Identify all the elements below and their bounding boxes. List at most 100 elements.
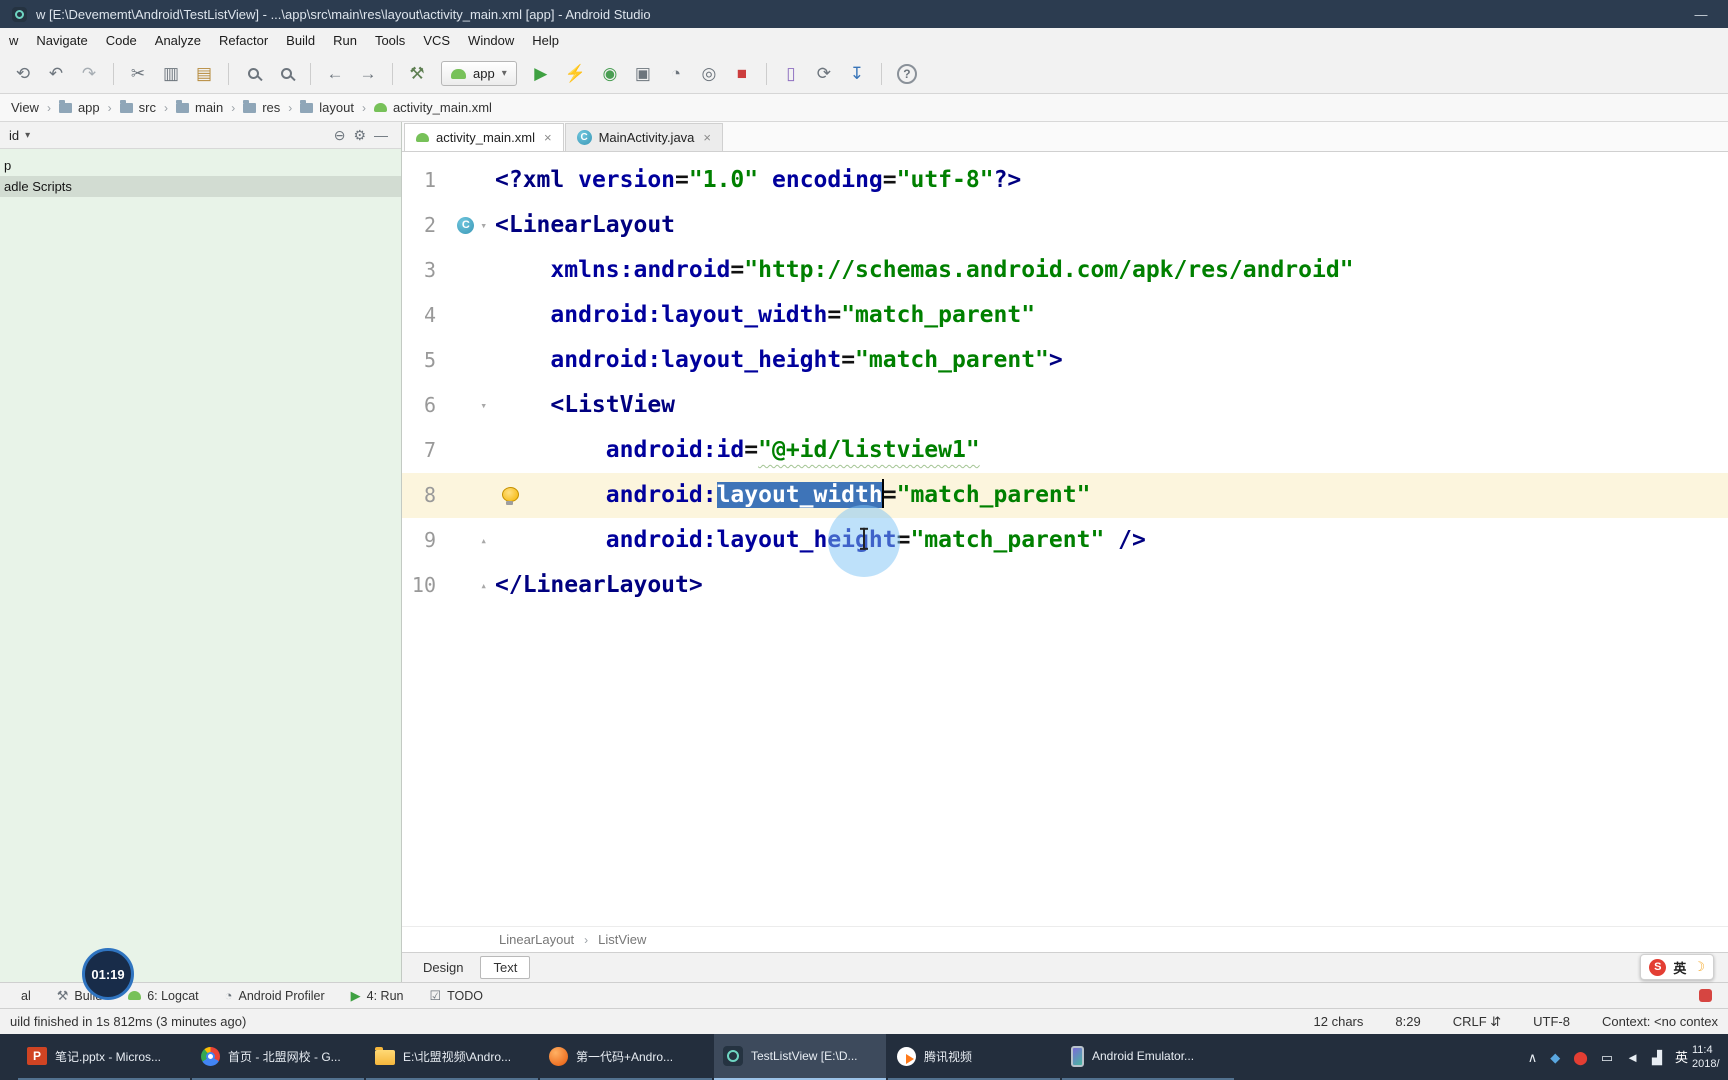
breadcrumb-item-app[interactable]: app (56, 99, 103, 115)
event-log-icon[interactable] (1699, 989, 1712, 1002)
taskbar-app-powerpoint[interactable]: 笔记.pptx - Micros... (18, 1034, 190, 1080)
menu-item-help[interactable]: Help (523, 28, 568, 54)
help-icon[interactable]: ? (896, 63, 917, 84)
sync-icon[interactable]: ⟲ (14, 65, 32, 82)
taskbar-apps: 笔记.pptx - Micros...首页 - 北盟网校 - G...E:\北盟… (18, 1034, 1236, 1080)
network-icon[interactable]: ▟ (1652, 1051, 1662, 1064)
menu-item-w[interactable]: w (0, 28, 27, 54)
code-editor[interactable]: 1 <?xml version="1.0" encoding="utf-8"?> 2… (402, 152, 1728, 926)
taskbar-app-emulator[interactable]: Android Emulator... (1062, 1034, 1234, 1080)
menu-item-refactor[interactable]: Refactor (210, 28, 277, 54)
menu-item-build[interactable]: Build (277, 28, 324, 54)
status-utf-8[interactable]: UTF-8 (1533, 1014, 1570, 1030)
breadcrumb-item-src[interactable]: src (117, 99, 159, 115)
copy-icon[interactable]: ▥ (162, 65, 180, 82)
xml-breadcrumb-listview[interactable]: ListView (598, 932, 646, 947)
gradle-sync-icon[interactable]: ⟳ (815, 65, 833, 82)
hide-panel-icon[interactable]: — (370, 127, 392, 143)
menu-item-run[interactable]: Run (324, 28, 366, 54)
toolwindow-al[interactable]: al (8, 983, 44, 1008)
taskbar-app-android-studio[interactable]: TestListView [E:\D... (714, 1034, 886, 1080)
display-icon[interactable]: ▭ (1601, 1051, 1613, 1064)
breadcrumb-item-res[interactable]: res (240, 99, 283, 115)
make-project-hammer-icon[interactable]: ⚒ (408, 65, 426, 82)
fold-marker-icon[interactable]: ▾ (480, 400, 487, 411)
apply-changes-icon[interactable]: ⚡ (565, 65, 586, 82)
sogou-tray-icon[interactable]: ⬤ (1573, 1051, 1588, 1064)
taskbar-app-browser[interactable]: 第一代码+Andro... (540, 1034, 712, 1080)
debug-icon[interactable]: ◉ (601, 65, 619, 82)
tray-expand-icon[interactable]: ∧ (1528, 1051, 1538, 1064)
redo-icon[interactable]: ↷ (80, 65, 98, 82)
stop-icon[interactable]: ■ (733, 65, 751, 82)
close-tab-icon[interactable]: × (701, 130, 711, 145)
coverage-icon[interactable]: ▣ (634, 65, 652, 82)
editor-mode-tabs: Design Text (402, 952, 1728, 982)
avd-manager-icon[interactable]: ▯ (782, 65, 800, 82)
folder-icon (243, 99, 257, 113)
minimize-button[interactable]: — (1686, 7, 1716, 22)
sdk-manager-icon[interactable]: ↧ (848, 65, 866, 82)
taskbar-app-chrome[interactable]: 首页 - 北盟网校 - G... (192, 1034, 364, 1080)
ime-language-indicator[interactable]: 英 (1673, 958, 1686, 977)
paste-icon[interactable]: ▤ (195, 65, 213, 82)
run-icon[interactable]: ▶ (532, 65, 550, 82)
taskbar-clock[interactable]: 11:4 2018/ (1692, 1043, 1728, 1072)
collapse-all-icon[interactable]: ⊖ (330, 127, 350, 144)
find-icon[interactable] (244, 68, 262, 79)
project-view-selector[interactable]: id (9, 128, 19, 143)
toolwindow-4-run[interactable]: ▶ 4: Run (338, 983, 417, 1008)
screen-recorder-timer[interactable]: 01:19 (82, 948, 134, 1000)
breadcrumb-item-layout[interactable]: layout (297, 99, 357, 115)
run-config-dropdown[interactable]: app ▾ (441, 61, 517, 86)
status-crlf[interactable]: CRLF ⇵ (1453, 1014, 1501, 1030)
status-8-29[interactable]: 8:29 (1395, 1014, 1420, 1030)
xml-breadcrumb-linearlayout[interactable]: LinearLayout (499, 932, 574, 947)
tab-activity-main-xml[interactable]: activity_main.xml × (404, 123, 564, 151)
breadcrumb-item-main[interactable]: main (173, 99, 226, 115)
back-icon[interactable]: ← (326, 65, 344, 82)
volume-icon[interactable]: ◄ (1626, 1051, 1639, 1064)
code-line-5: 5 android:layout_height="match_parent"> (402, 338, 1728, 383)
breadcrumb-item-activity-main-xml[interactable]: activity_main.xml (371, 100, 495, 115)
replace-icon[interactable] (277, 68, 295, 79)
tab-text[interactable]: Text (480, 956, 531, 979)
menu-item-vcs[interactable]: VCS (414, 28, 459, 54)
forward-icon[interactable]: → (359, 65, 377, 82)
taskbar-app-tencent-video[interactable]: 腾讯视频 (888, 1034, 1060, 1080)
editor-area: activity_main.xml × C MainActivity.java × 1 <… (402, 122, 1728, 982)
profiler-icon[interactable]: ◔ (667, 65, 685, 82)
close-tab-icon[interactable]: × (542, 130, 552, 145)
sogou-ime-icon[interactable]: S (1649, 958, 1667, 976)
taskbar-app-folder[interactable]: E:\北盟视频\Andro... (366, 1034, 538, 1080)
cut-icon[interactable]: ✂ (129, 65, 147, 82)
status-12-chars[interactable]: 12 chars (1314, 1014, 1364, 1030)
menu-item-navigate[interactable]: Navigate (27, 28, 96, 54)
attach-debugger-icon[interactable]: ◎ (700, 65, 718, 82)
security-shield-icon[interactable]: ◆ (1550, 1051, 1560, 1064)
menu-item-code[interactable]: Code (97, 28, 146, 54)
tab-design[interactable]: Design (411, 957, 475, 978)
breadcrumb-item-view[interactable]: View (8, 100, 42, 115)
undo-icon[interactable]: ↶ (47, 65, 65, 82)
ime-indicator[interactable]: 英 (1675, 1051, 1688, 1064)
settings-gear-icon[interactable]: ⚙ (349, 127, 370, 144)
menu-item-window[interactable]: Window (459, 28, 523, 54)
fold-marker-icon[interactable]: ▾ (480, 220, 487, 231)
tree-item-adle-scripts[interactable]: adle Scripts (0, 176, 401, 197)
status-context-no-contex[interactable]: Context: <no contex (1602, 1014, 1718, 1030)
gauge-icon: ◔ (224, 988, 233, 1003)
chevron-right-icon: › (288, 100, 293, 115)
tree-item-p[interactable]: p (0, 155, 401, 176)
tab-mainactivity-java[interactable]: C MainActivity.java × (564, 123, 723, 151)
menu-item-tools[interactable]: Tools (366, 28, 414, 54)
fold-marker-icon[interactable]: ▴ (480, 580, 487, 591)
android-head-icon (451, 68, 466, 79)
toolwindow-todo[interactable]: ☑ TODO (416, 983, 496, 1008)
intention-bulb-icon[interactable] (502, 486, 519, 505)
fold-marker-icon[interactable]: ▴ (480, 535, 487, 546)
ime-toolbar[interactable]: S 英 ☽ (1640, 954, 1714, 980)
toolwindow-android-profiler[interactable]: ◔ Android Profiler (212, 983, 338, 1008)
powerpoint-icon (27, 1047, 47, 1065)
menu-item-analyze[interactable]: Analyze (146, 28, 210, 54)
